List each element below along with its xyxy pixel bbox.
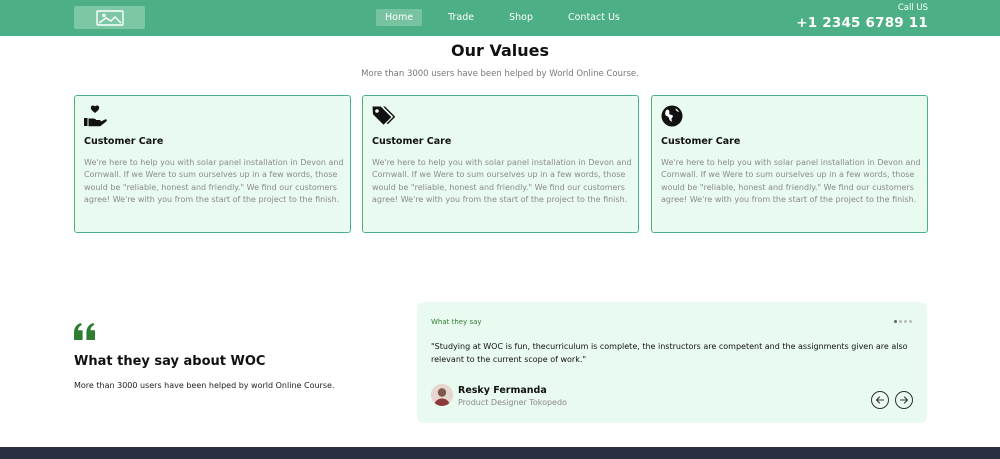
globe-icon [661,105,683,127]
nav-shop[interactable]: Shop [500,9,542,26]
slider-dots [892,320,912,323]
main-nav: Home Trade Shop Contact Us [376,9,646,26]
slider-dot[interactable] [899,320,902,323]
reviewer-role: Product Designer Tokopedo [458,398,567,407]
arrow-right-icon [899,396,909,404]
nav-home[interactable]: Home [376,9,423,26]
card-text: We're here to help you with solar panel … [661,158,921,204]
testimonials-title: What they say about WOC [74,354,266,369]
value-card-customer-care: Customer Care We're here to help you wit… [651,95,928,233]
card-text: We're here to help you with solar panel … [372,158,632,204]
avatar [431,384,453,406]
card-text: We're here to help you with solar panel … [84,158,344,204]
slider-dot[interactable] [904,320,907,323]
phone-number[interactable]: +1 2345 6789 11 [796,14,928,32]
card-title: Customer Care [372,136,452,147]
value-card-customer-care: Customer Care We're here to help you wit… [74,95,351,233]
card-title: Customer Care [661,136,741,147]
previous-button[interactable] [871,391,889,409]
card-title: Customer Care [84,136,164,147]
reviewer-name: Resky Fermanda [458,385,547,396]
next-button[interactable] [895,391,913,409]
logo[interactable] [74,6,145,29]
footer [0,447,1000,459]
values-title: Our Values [450,41,549,60]
testimonial-quote: "Studying at WOC is fun, thecurriculum i… [431,342,908,364]
testimonial-label: What they say [431,318,482,326]
call-us-label: Call US [897,3,928,13]
nav-contact-us[interactable]: Contact Us [559,9,629,26]
value-card-customer-care: Customer Care We're here to help you wit… [362,95,639,233]
nav-trade[interactable]: Trade [439,9,483,26]
slider-dot[interactable] [909,320,912,323]
image-placeholder-icon [95,9,124,26]
values-subtitle: More than 3000 users have been helped by… [361,69,639,79]
testimonial-card: What they say "Studying at WOC is fun, t… [417,302,927,423]
person-avatar-icon [431,384,453,406]
slider-dot[interactable] [894,320,897,323]
call-us: Call US +1 2345 6789 11 [796,3,928,32]
arrow-left-icon [875,396,885,404]
hand-heart-icon [84,105,107,127]
tags-icon [372,106,395,125]
quote-icon [74,323,95,340]
testimonials-subtitle: More than 3000 users have been helped by… [74,381,335,390]
site-header: Home Trade Shop Contact Us Call US +1 23… [0,0,1000,36]
